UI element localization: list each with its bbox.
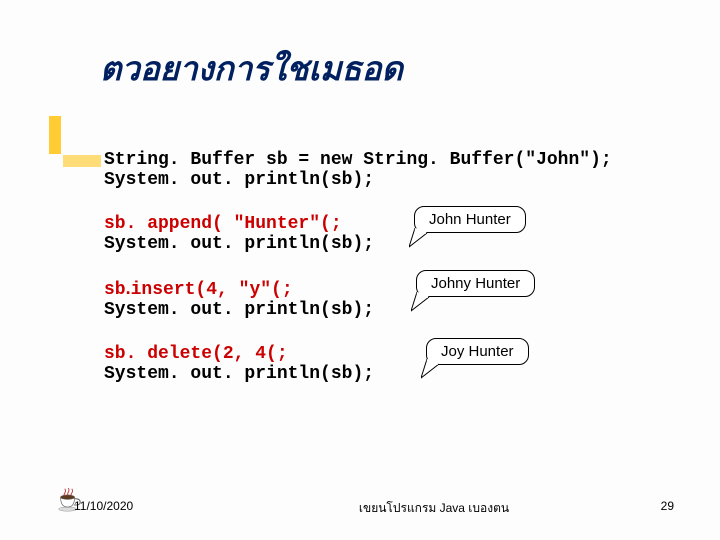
code-method-call: sb. delete(2, 4(; [104,344,288,364]
code-content: String. Buffer sb = new String. Buffer("… [104,150,664,408]
accent-block-vertical [49,116,61,154]
title-wrap: ตวอยางการใชเมธอด [100,42,403,95]
code-line: sb. delete(2, 4(; [104,344,664,364]
code-line: System. out. println(sb); [104,170,664,190]
code-method-call: sb. append( "Hunter"(; [104,214,342,234]
callout-tail-icon [411,289,441,313]
footer-date: 11/10/2020 [74,499,254,518]
code-block-1: String. Buffer sb = new String. Buffer("… [104,150,664,190]
code-line: sb.insert(4, "y"(; [104,278,664,300]
callout-text: John Hunter [429,211,511,228]
callout-text: Joy Hunter [441,343,514,360]
code-token: sb [104,280,126,300]
page-title: ตวอยางการใชเมธอด [100,42,403,95]
callout-tail-icon [421,356,451,380]
footer-page: 29 [614,499,674,518]
code-line: System. out. println(sb); [104,234,664,254]
footer-center: เขยนโปรแกรม Java เบองตน [254,499,614,518]
code-line: System. out. println(sb); [104,300,664,320]
code-block-4: sb. delete(2, 4(; System. out. println(s… [104,344,664,384]
callout-text: Johny Hunter [431,275,520,292]
code-block-3: sb.insert(4, "y"(; System. out. println(… [104,278,664,320]
code-token: insert(4, "y"(; [131,280,293,300]
footer: 11/10/2020 เขยนโปรแกรม Java เบองตน 29 [74,499,674,518]
code-block-2: sb. append( "Hunter"(; System. out. prin… [104,214,664,254]
code-line: sb. append( "Hunter"(; [104,214,664,234]
code-line: String. Buffer sb = new String. Buffer("… [104,150,664,170]
accent-block-horizontal [63,155,101,167]
callout-tail-icon [409,225,439,249]
code-line: System. out. println(sb); [104,364,664,384]
